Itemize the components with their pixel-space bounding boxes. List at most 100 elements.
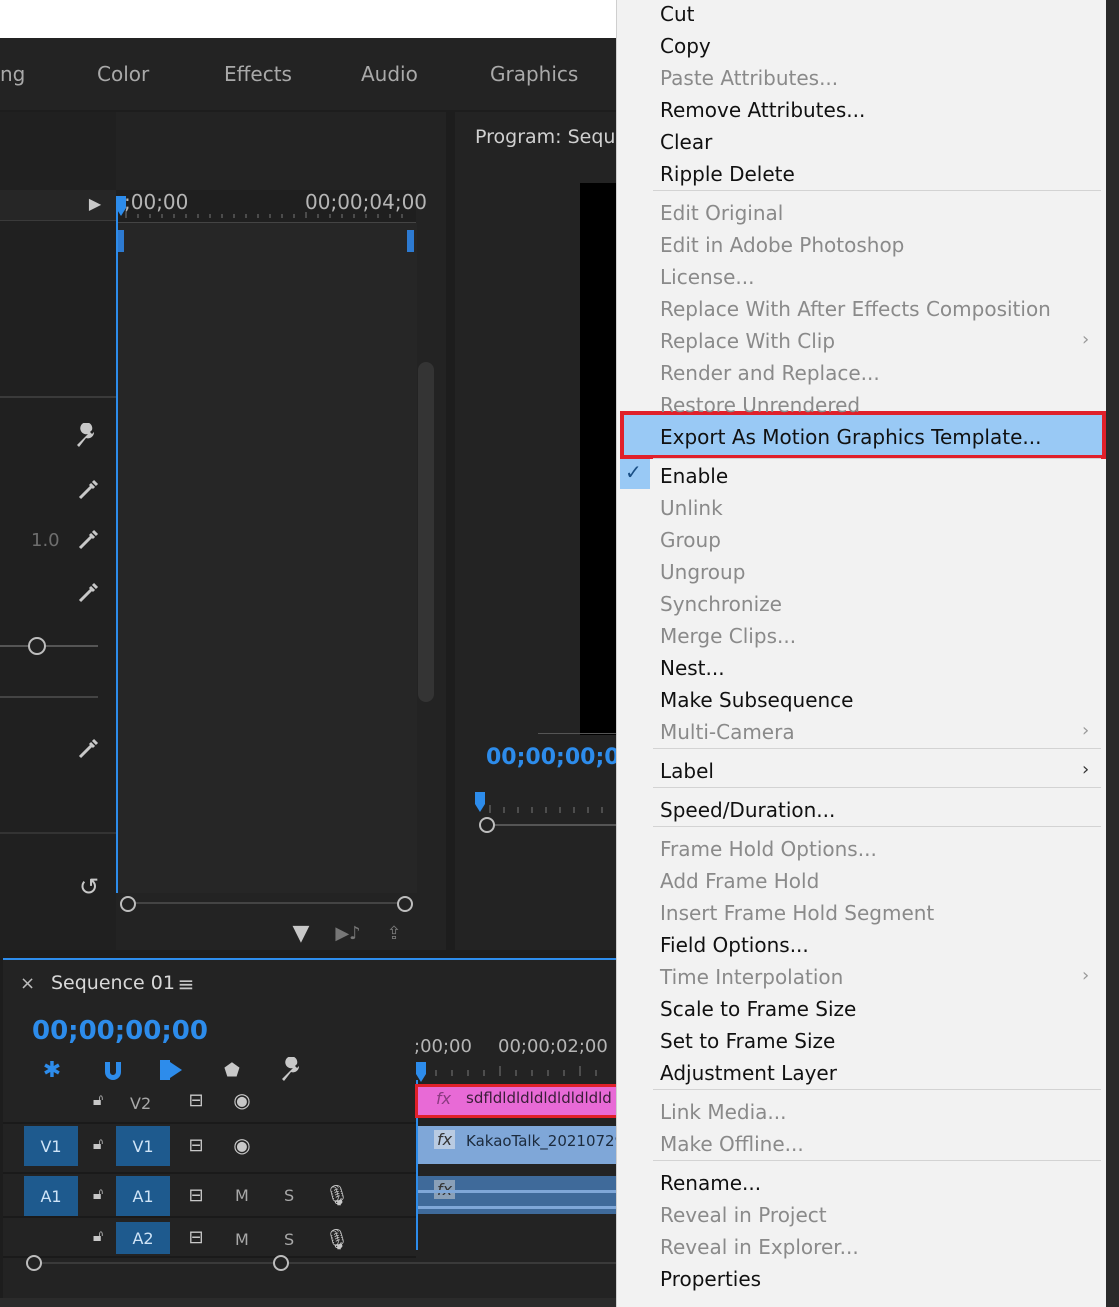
- timeline-timecode[interactable]: 00;00;00;00: [32, 1016, 208, 1046]
- menu-item-ripple-delete[interactable]: Ripple Delete: [660, 160, 795, 188]
- menu-item-insert-frame-hold-segment[interactable]: Insert Frame Hold Segment: [660, 899, 934, 927]
- export-icon[interactable]: ⇪: [380, 920, 408, 946]
- menu-item-set-to-frame-size[interactable]: Set to Frame Size: [660, 1027, 835, 1055]
- source-patch-v1[interactable]: V1: [24, 1126, 78, 1166]
- tab-color[interactable]: Color: [97, 62, 149, 86]
- menu-item-remove-attributes[interactable]: Remove Attributes...: [660, 96, 865, 124]
- menu-item-frame-hold-options[interactable]: Frame Hold Options...: [660, 835, 877, 863]
- menu-item-make-subsequence[interactable]: Make Subsequence: [660, 686, 854, 714]
- track-target-v1[interactable]: V1: [116, 1126, 170, 1166]
- menu-item-restore-unrendered[interactable]: Restore Unrendered: [660, 391, 860, 419]
- menu-item-merge-clips[interactable]: Merge Clips...: [660, 622, 796, 650]
- menu-item-cut[interactable]: Cut: [660, 0, 694, 28]
- play-triangle-icon[interactable]: ▶: [84, 190, 106, 216]
- menu-item-speed-duration[interactable]: Speed/Duration...: [660, 796, 835, 824]
- eye-icon[interactable]: ◉: [228, 1133, 256, 1157]
- tab-partial[interactable]: ng: [0, 62, 25, 86]
- menu-item-unlink[interactable]: Unlink: [660, 494, 723, 522]
- menu-item-synchronize[interactable]: Synchronize: [660, 590, 782, 618]
- timeline-ruler-mid: 00;00;02;00: [498, 1036, 608, 1057]
- program-zoom-handle[interactable]: [479, 817, 495, 833]
- submenu-chevron-icon: ›: [1082, 965, 1090, 986]
- menu-item-replace-with-after-effects-composition[interactable]: Replace With After Effects Composition: [660, 295, 1051, 323]
- menu-item-rename[interactable]: Rename...: [660, 1169, 761, 1197]
- microphone-icon[interactable]: 🎙︎: [324, 1182, 349, 1208]
- lock-icon[interactable]: 🔓︎: [88, 1132, 108, 1156]
- timeline-zoom-right[interactable]: [273, 1255, 289, 1271]
- add-marker-icon[interactable]: ⬟: [220, 1057, 244, 1083]
- solo-button[interactable]: S: [284, 1230, 294, 1249]
- eyedropper-icon[interactable]: [74, 524, 104, 554]
- tab-effects[interactable]: Effects: [224, 62, 292, 86]
- menu-item-nest[interactable]: Nest...: [660, 654, 725, 682]
- menu-item-license[interactable]: License...: [660, 263, 754, 291]
- eyedropper-icon[interactable]: [74, 474, 104, 504]
- menu-item-render-and-replace[interactable]: Render and Replace...: [660, 359, 880, 387]
- lock-icon[interactable]: 🔓︎: [88, 1088, 108, 1112]
- timeline-zoom-left[interactable]: [26, 1255, 42, 1271]
- mute-button[interactable]: M: [235, 1230, 249, 1249]
- effect-scrollbar[interactable]: [418, 362, 434, 702]
- menu-item-reveal-in-explorer[interactable]: Reveal in Explorer...: [660, 1233, 859, 1261]
- menu-item-enable[interactable]: Enable: [660, 462, 728, 490]
- audio-clip[interactable]: fx: [418, 1176, 616, 1214]
- sync-lock-icon[interactable]: ⊟: [184, 1184, 208, 1206]
- menu-item-make-offline[interactable]: Make Offline...: [660, 1130, 804, 1158]
- panel-menu-icon[interactable]: ≡: [176, 972, 196, 996]
- snap-magnet-icon[interactable]: [99, 1057, 127, 1083]
- lock-icon[interactable]: 🔓︎: [88, 1182, 108, 1206]
- source-patch-a1[interactable]: A1: [24, 1176, 78, 1216]
- menu-item-clear[interactable]: Clear: [660, 128, 712, 156]
- zoom-handle-right[interactable]: [397, 896, 413, 912]
- sync-lock-icon[interactable]: ⊟: [184, 1226, 208, 1248]
- track-label-v2[interactable]: V2: [130, 1094, 151, 1113]
- menu-item-label[interactable]: Label: [660, 757, 714, 785]
- close-icon[interactable]: ×: [20, 973, 35, 994]
- submenu-chevron-icon: ›: [1082, 720, 1090, 741]
- eyedropper-icon[interactable]: [74, 733, 104, 763]
- sync-lock-icon[interactable]: ⊟: [184, 1089, 208, 1111]
- effect-slider-handle[interactable]: [28, 637, 46, 655]
- track-target-a2[interactable]: A2: [116, 1222, 170, 1254]
- nest-toggle-icon[interactable]: ✱: [38, 1057, 66, 1083]
- zoom-handle-left[interactable]: [120, 896, 136, 912]
- track-target-a1[interactable]: A1: [116, 1176, 170, 1216]
- eye-icon[interactable]: ◉: [228, 1088, 256, 1112]
- eyedropper-icon[interactable]: [74, 577, 104, 607]
- wrench-icon[interactable]: [276, 1055, 306, 1085]
- menu-item-scale-to-frame-size[interactable]: Scale to Frame Size: [660, 995, 856, 1023]
- menu-item-link-media[interactable]: Link Media...: [660, 1098, 786, 1126]
- menu-item-multi-camera[interactable]: Multi-Camera: [660, 718, 795, 746]
- menu-item-group[interactable]: Group: [660, 526, 721, 554]
- audio-play-icon[interactable]: ▶♪: [334, 920, 362, 946]
- menu-item-reveal-in-project[interactable]: Reveal in Project: [660, 1201, 827, 1229]
- video-clip[interactable]: fx KakaoTalk_20210729: [418, 1126, 616, 1164]
- menu-item-replace-with-clip[interactable]: Replace With Clip: [660, 327, 835, 355]
- menu-item-field-options[interactable]: Field Options...: [660, 931, 809, 959]
- program-timecode[interactable]: 00;00;00;0: [486, 745, 620, 770]
- lock-icon[interactable]: 🔓︎: [88, 1224, 108, 1248]
- wrench-icon[interactable]: [70, 420, 102, 452]
- reset-icon[interactable]: ↺: [74, 872, 104, 902]
- tab-audio[interactable]: Audio: [361, 62, 418, 86]
- graphic-clip[interactable]: fx sdfldldldldldldldldld: [415, 1084, 619, 1118]
- sync-lock-icon[interactable]: ⊟: [184, 1134, 208, 1156]
- menu-item-time-interpolation[interactable]: Time Interpolation: [660, 963, 843, 991]
- menu-item-adjustment-layer[interactable]: Adjustment Layer: [660, 1059, 837, 1087]
- menu-item-export-as-motion-graphics-template[interactable]: Export As Motion Graphics Template...: [660, 423, 1041, 451]
- menu-item-edit-original[interactable]: Edit Original: [660, 199, 783, 227]
- opacity-value[interactable]: 1.0: [31, 530, 60, 551]
- sequence-tab-title[interactable]: Sequence 01: [51, 972, 175, 994]
- microphone-icon[interactable]: 🎙︎: [324, 1226, 349, 1252]
- menu-item-copy[interactable]: Copy: [660, 32, 711, 60]
- menu-item-add-frame-hold[interactable]: Add Frame Hold: [660, 867, 819, 895]
- solo-button[interactable]: S: [284, 1186, 294, 1205]
- mute-button[interactable]: M: [235, 1186, 249, 1205]
- linked-selection-icon[interactable]: [156, 1057, 186, 1083]
- menu-item-paste-attributes[interactable]: Paste Attributes...: [660, 64, 838, 92]
- menu-item-ungroup[interactable]: Ungroup: [660, 558, 745, 586]
- tab-graphics[interactable]: Graphics: [490, 62, 578, 86]
- menu-item-properties[interactable]: Properties: [660, 1265, 761, 1293]
- menu-item-edit-in-adobe-photoshop[interactable]: Edit in Adobe Photoshop: [660, 231, 904, 259]
- filter-icon[interactable]: ▼: [288, 920, 314, 946]
